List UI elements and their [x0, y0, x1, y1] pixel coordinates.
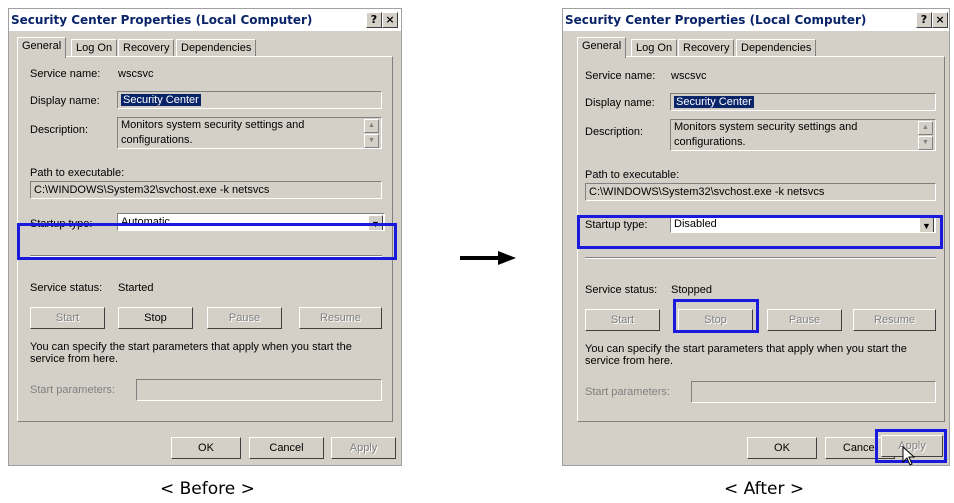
path-label: Path to executable:: [585, 169, 680, 181]
resume-button[interactable]: Resume: [853, 309, 936, 331]
path-field: C:\WINDOWS\System32\svchost.exe -k netsv…: [30, 181, 382, 199]
startup-type-value: Disabled: [674, 218, 717, 230]
tab-general[interactable]: General: [577, 37, 627, 58]
start-button[interactable]: Start: [30, 307, 105, 329]
start-params-label: Start parameters:: [30, 384, 115, 396]
scroll-up-icon[interactable]: ▲: [918, 121, 933, 135]
startup-type-label: Startup type:: [585, 219, 648, 231]
before-dialog-title: Security Center Properties (Local Comput…: [11, 13, 313, 27]
divider: [30, 255, 382, 257]
mouse-cursor-icon: [902, 446, 916, 466]
start-params-hint: You can specify the start parameters tha…: [585, 343, 907, 367]
start-params-label: Start parameters:: [585, 386, 670, 398]
tab-general[interactable]: General: [17, 37, 67, 58]
start-params-input[interactable]: [136, 379, 382, 401]
stop-button[interactable]: Stop: [678, 309, 753, 331]
description-field[interactable]: Monitors system security settings and co…: [670, 119, 936, 151]
before-caption: < Before >: [160, 479, 255, 499]
startup-type-label: Startup type:: [30, 218, 93, 230]
help-icon[interactable]: ?: [916, 12, 932, 28]
cancel-button[interactable]: Cancel: [249, 437, 324, 459]
startup-type-select[interactable]: Automatic ▼: [117, 213, 385, 231]
display-name-field[interactable]: Security Center: [117, 91, 382, 109]
startup-type-value: Automatic: [121, 216, 170, 228]
stop-button[interactable]: Stop: [118, 307, 193, 329]
tab-recovery[interactable]: Recovery: [678, 39, 735, 57]
tab-dependencies[interactable]: Dependencies: [176, 39, 257, 57]
ok-button[interactable]: OK: [171, 437, 241, 459]
before-dialog: Security Center Properties (Local Comput…: [8, 8, 402, 466]
service-status-value: Started: [118, 282, 154, 294]
display-name-value: Security Center: [674, 96, 754, 108]
description-value: Monitors system security settings and co…: [121, 119, 305, 146]
start-params-input[interactable]: [691, 381, 936, 403]
close-icon[interactable]: ×: [932, 12, 948, 28]
after-caption: < After >: [724, 479, 805, 499]
pause-button[interactable]: Pause: [767, 309, 842, 331]
resume-button[interactable]: Resume: [299, 307, 382, 329]
service-name-label: Service name:: [30, 68, 101, 80]
display-name-label: Display name:: [30, 95, 100, 107]
service-name-value: wscsvc: [118, 68, 154, 80]
description-label: Description:: [585, 126, 644, 138]
after-general-panel: Service name: wscsvc Display name: Secur…: [577, 56, 945, 422]
scroll-up-icon[interactable]: ▲: [364, 119, 379, 133]
after-dialog-title: Security Center Properties (Local Comput…: [565, 13, 867, 27]
tab-log-on[interactable]: Log On: [71, 39, 118, 57]
close-icon[interactable]: ×: [382, 12, 398, 28]
pause-button[interactable]: Pause: [207, 307, 282, 329]
before-general-panel: Service name: wscsvc Display name: Secur…: [17, 56, 393, 422]
path-label: Path to executable:: [30, 167, 125, 179]
display-name-label: Display name:: [585, 97, 655, 109]
path-value: C:\WINDOWS\System32\svchost.exe -k netsv…: [589, 186, 825, 198]
description-value: Monitors system security settings and co…: [674, 121, 858, 148]
divider: [585, 257, 936, 259]
description-field[interactable]: Monitors system security settings and co…: [117, 117, 382, 149]
path-value: C:\WINDOWS\System32\svchost.exe -k netsv…: [34, 184, 270, 196]
scroll-down-icon[interactable]: ▼: [364, 134, 379, 148]
chevron-down-icon[interactable]: ▼: [368, 215, 383, 230]
start-button[interactable]: Start: [585, 309, 660, 331]
apply-button[interactable]: Apply: [331, 437, 396, 459]
service-name-label: Service name:: [585, 70, 656, 82]
description-label: Description:: [30, 124, 89, 136]
before-title-bar: Security Center Properties (Local Comput…: [9, 9, 401, 31]
ok-button[interactable]: OK: [747, 437, 817, 459]
help-icon[interactable]: ?: [366, 12, 382, 28]
chevron-down-icon[interactable]: ▼: [919, 217, 934, 232]
service-status-value: Stopped: [671, 284, 712, 296]
display-name-value: Security Center: [121, 94, 201, 106]
path-field: C:\WINDOWS\System32\svchost.exe -k netsv…: [585, 183, 936, 201]
service-status-label: Service status:: [30, 282, 103, 294]
tab-dependencies[interactable]: Dependencies: [736, 39, 817, 57]
service-status-label: Service status:: [585, 284, 658, 296]
start-params-hint: You can specify the start parameters tha…: [30, 341, 352, 365]
scroll-down-icon[interactable]: ▼: [918, 136, 933, 150]
after-title-bar: Security Center Properties (Local Comput…: [563, 9, 949, 31]
display-name-field[interactable]: Security Center: [670, 93, 936, 111]
tab-recovery[interactable]: Recovery: [118, 39, 175, 57]
right-arrow-icon: [460, 251, 516, 265]
service-name-value: wscsvc: [671, 70, 707, 82]
tab-log-on[interactable]: Log On: [631, 39, 678, 57]
after-dialog: Security Center Properties (Local Comput…: [562, 8, 950, 466]
startup-type-select[interactable]: Disabled ▼: [670, 215, 936, 233]
